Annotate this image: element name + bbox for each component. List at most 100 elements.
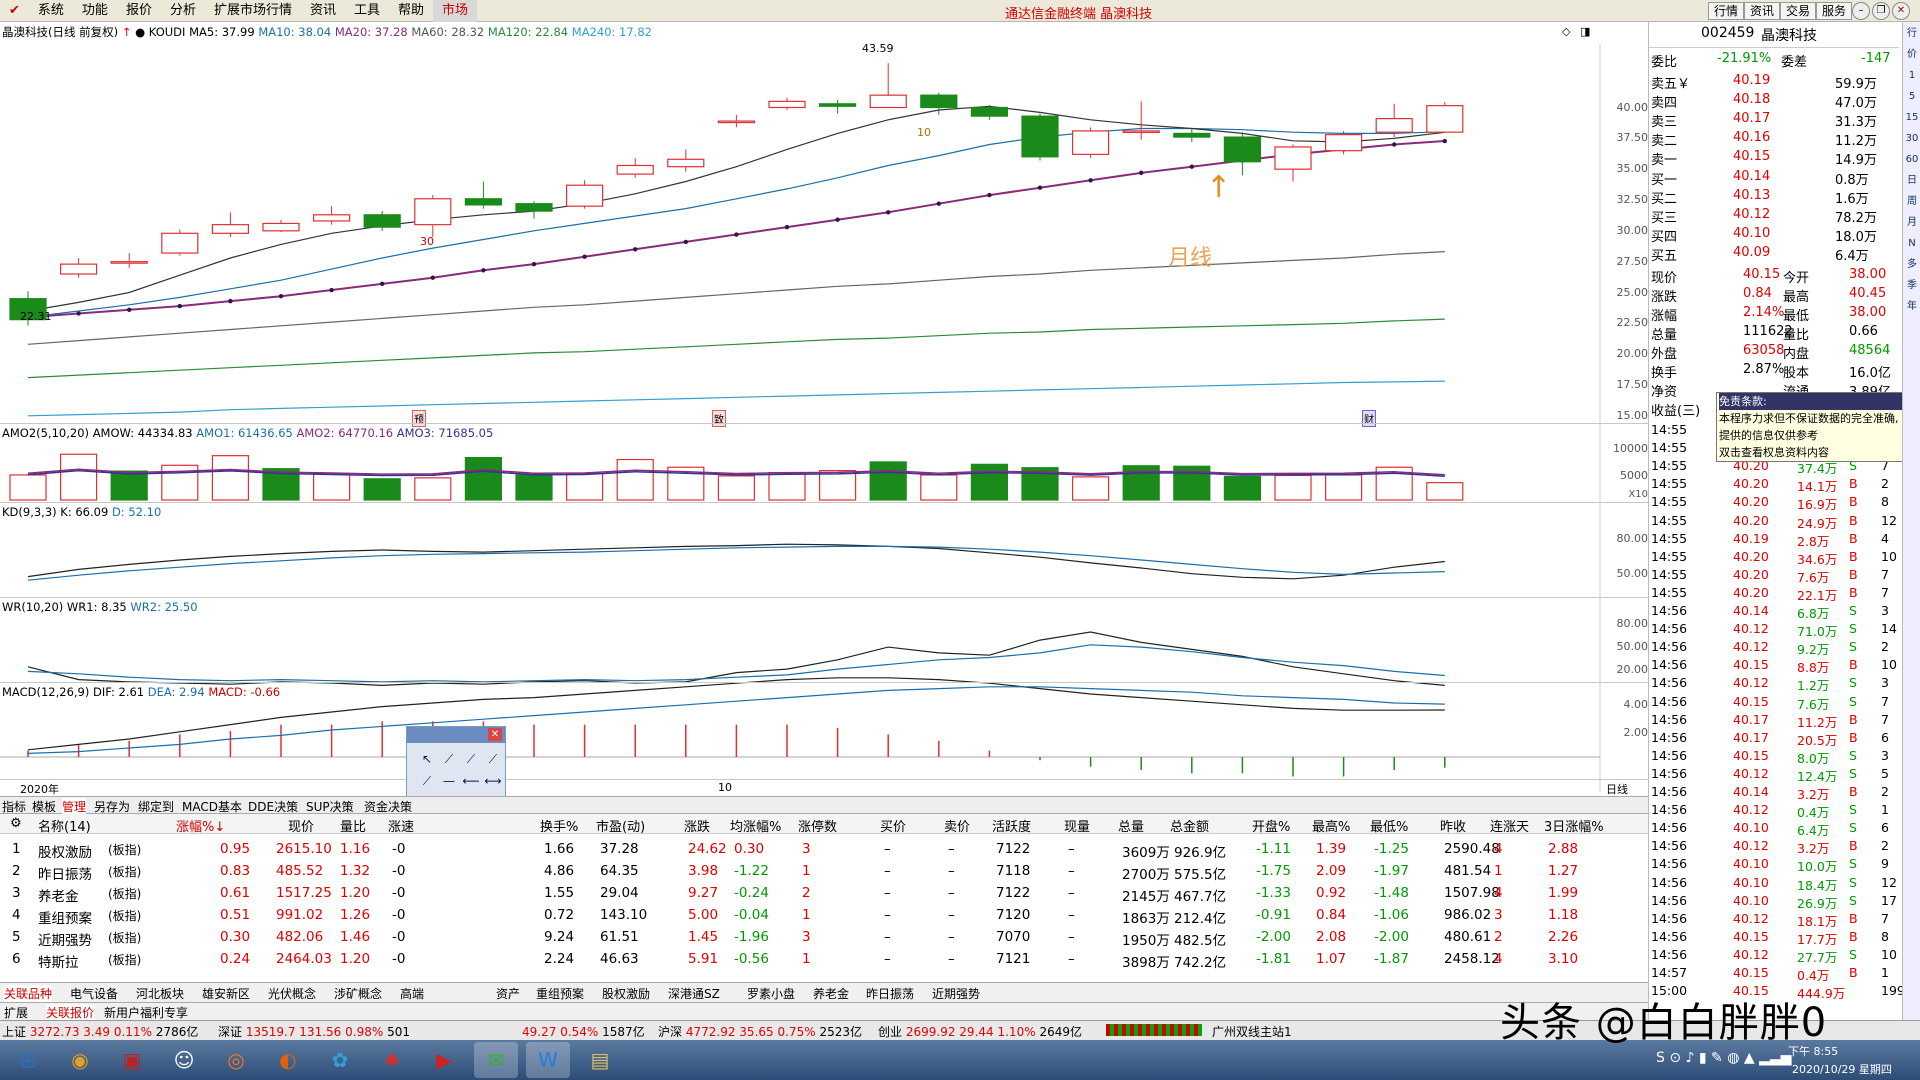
menu-item[interactable]: 扩展市场行情 [205,0,301,22]
palette-close-icon[interactable]: ✕ [488,728,502,741]
taskbar-app-icon[interactable]: ☺ [162,1042,206,1078]
taskbar-app-icon[interactable]: ▣ [110,1042,154,1078]
col-header[interactable]: 涨跌 [684,816,710,835]
header-button-quote[interactable]: 行情 [1708,2,1745,20]
col-header[interactable]: 最高% [1312,816,1350,835]
tab-item[interactable]: 另存为 [94,798,130,815]
taskbar-app-icon[interactable]: ▶ [422,1042,466,1078]
col-header[interactable]: 现量 [1064,816,1090,835]
taskbar-app-icon[interactable]: ✉ [474,1042,518,1078]
block-table[interactable]: ⚙ 名称(14) 涨幅%↓ 现价 量比 涨速 换手% 市盈(动) 涨跌 均涨幅% 涨停数… [0,814,1648,982]
draw-tool-icon[interactable]: ⟷ [483,771,503,791]
related-tab[interactable]: 高端 [400,985,424,1002]
menu-item[interactable]: 报价 [117,0,161,22]
related-tab[interactable]: 资产 [496,985,520,1002]
sidebar-button[interactable]: N [1904,234,1920,253]
mid-index[interactable]: 49.27 0.54% 1587亿 [522,1023,645,1040]
draw-tool-icon[interactable]: ⟋ [439,749,459,769]
sidebar-button[interactable]: 价 [1904,45,1920,64]
sidebar-button[interactable]: 季 [1904,276,1920,295]
clock-date[interactable]: 2020/10/29 星期四 [1792,1061,1892,1077]
col-header[interactable]: 现价 [288,816,314,835]
taskbar-app-icon[interactable]: ◎ [214,1042,258,1078]
related-tab[interactable]: 关联品种 [4,985,53,1002]
col-header[interactable]: 昨收 [1440,816,1466,835]
col-header[interactable]: 开盘% [1252,816,1290,835]
sz-index[interactable]: 深证 13519.7 131.56 0.98% 501 [218,1023,410,1040]
menu-item[interactable]: 工具 [345,0,389,22]
block-name[interactable]: 股权激励 [38,841,92,861]
sidebar-button[interactable]: 1 [1904,66,1920,85]
restore-icon[interactable]: ❐ [1872,2,1890,20]
related-tab[interactable]: 电气设备 [70,985,118,1002]
related-tab[interactable]: 罗素小盘 [747,985,795,1002]
event-badge[interactable]: 财 [1362,410,1376,427]
menu-item[interactable]: 系统 [29,0,73,22]
menu-item[interactable]: 资讯 [301,0,345,22]
block-name[interactable]: 近期强势 [38,929,92,949]
draw-tool-icon[interactable]: ⟋ [483,749,503,769]
sidebar-button[interactable]: 年 [1904,297,1920,316]
close-icon[interactable]: ✕ [1892,2,1910,20]
palette-titlebar[interactable]: ✕ [407,727,505,743]
event-badge[interactable]: 致 [712,410,726,427]
col-header[interactable]: 均涨幅% [730,816,781,835]
cy-index[interactable]: 创业 2699.92 29.44 1.10% 2649亿 [878,1023,1082,1040]
related-tab[interactable]: 河北板块 [136,985,184,1002]
taskbar-app-icon[interactable]: ✿ [318,1042,362,1078]
table-row[interactable]: 6 特斯拉 (板指) 0.24 2464.03 1.20 -0 2.24 46.63 5.91 -0… [0,951,1648,973]
draw-tool-icon[interactable]: ⟋ [417,771,437,791]
draw-tool-icon[interactable]: — [439,771,459,791]
block-name[interactable]: 重组预案 [38,907,92,927]
draw-tool-icon[interactable]: ↖ [417,749,437,769]
col-header[interactable]: 涨幅%↓ [176,816,225,835]
taskbar-app-icon[interactable]: ◐ [266,1042,310,1078]
tab-item[interactable]: 资金决策 [364,798,412,815]
tab-item[interactable]: 管理 [62,798,87,815]
col-header[interactable]: 连涨天 [1490,816,1529,835]
related-tab[interactable]: 重组预案 [536,985,584,1002]
header-button-service[interactable]: 服务 [1816,2,1853,20]
related-tab[interactable]: 近期强势 [932,985,980,1002]
col-header[interactable]: 涨速 [388,816,414,835]
sidebar-button[interactable]: 60 [1904,150,1920,169]
tab-item[interactable]: 指标 [2,798,26,815]
tab-item[interactable]: MACD基本 [182,798,242,815]
sidebar-button[interactable]: 30 [1904,129,1920,148]
period-label[interactable]: 日线 [1606,781,1628,797]
taskbar-app-icon[interactable]: W [526,1042,570,1078]
related-tab[interactable]: 雄安新区 [202,985,250,1002]
block-name[interactable]: 养老金 [38,885,79,905]
tab-item[interactable]: 模板 [32,798,56,815]
taskbar-app-icon[interactable]: ▤ [578,1042,622,1078]
col-header[interactable]: 总金额 [1170,816,1209,835]
gear-icon[interactable]: ⚙ [10,816,22,831]
server-name[interactable]: 广州双线主站1 [1212,1023,1292,1040]
header-button-news[interactable]: 资讯 [1744,2,1781,20]
sidebar-button[interactable]: 15 [1904,108,1920,127]
menu-item[interactable]: 功能 [73,0,117,22]
related-tab[interactable]: 股权激励 [602,985,650,1002]
tab-item[interactable]: SUP决策 [306,798,354,815]
menu-item[interactable]: 帮助 [389,0,433,22]
col-header[interactable]: 最低% [1370,816,1408,835]
block-name[interactable]: 昨日振荡 [38,863,92,883]
extension-tab[interactable]: 关联报价 [46,1004,95,1021]
app-logo-icon[interactable]: ✔ [0,0,29,22]
col-header[interactable]: 活跃度 [992,816,1031,835]
related-tab[interactable]: 昨日振荡 [866,985,914,1002]
tab-item[interactable]: 绑定到 [138,798,174,815]
col-header[interactable]: 市盈(动) [596,816,645,835]
sidebar-button[interactable]: 月 [1904,213,1920,232]
tray-icons[interactable]: S ⊙ ♪ ▮ ✎ ◍ ▲ ▂▃▅ [1656,1050,1791,1066]
extension-tab[interactable]: 扩展 [4,1004,28,1021]
col-header[interactable]: 量比 [340,816,366,835]
sidebar-button[interactable]: 多 [1904,255,1920,274]
col-header[interactable]: 换手% [540,816,578,835]
minimize-icon[interactable]: – [1852,2,1870,20]
col-header[interactable]: 卖价 [944,816,970,835]
col-header[interactable]: 名称(14) [38,816,91,835]
draw-tool-icon[interactable]: ⟵ [461,771,481,791]
sidebar-button[interactable]: 5 [1904,87,1920,106]
extension-tab[interactable]: 新用户福利专享 [104,1004,188,1021]
